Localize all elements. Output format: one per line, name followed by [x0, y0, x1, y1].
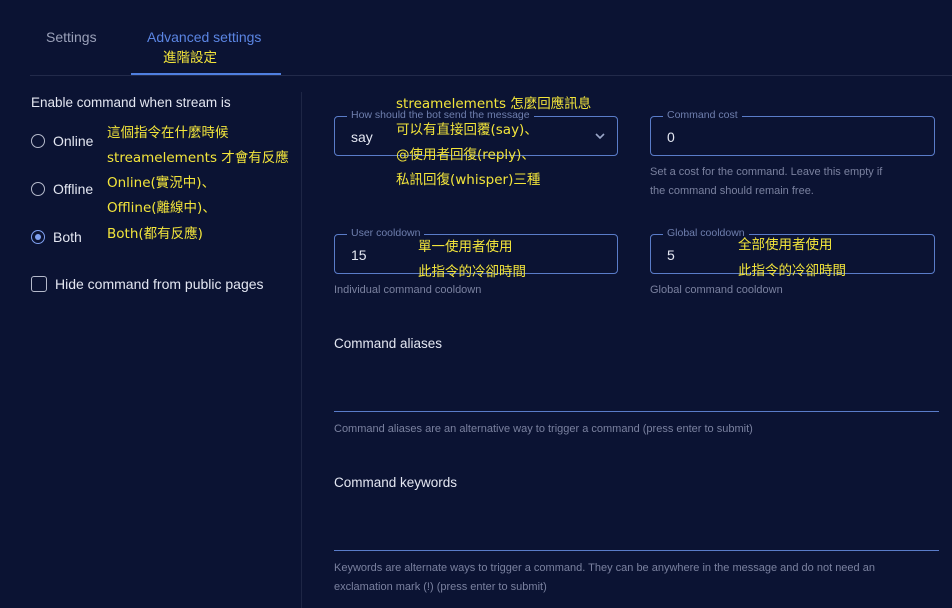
annotation-user-cooldown-line: 單一使用者使用	[418, 239, 513, 255]
annotation-global-cooldown-line: 全部使用者使用	[738, 237, 833, 253]
user-cooldown-value: 15	[351, 247, 367, 263]
radio-button[interactable]	[31, 182, 45, 196]
user-cooldown-helper: Individual command cooldown	[334, 284, 482, 296]
user-cooldown-legend: User cooldown	[347, 227, 425, 239]
radio-both[interactable]: Both	[31, 227, 82, 247]
command-keywords-input[interactable]	[334, 550, 939, 551]
command-keywords-helper: exclamation mark (!) (press enter to sub…	[334, 581, 547, 593]
radio-button-selected[interactable]	[31, 230, 45, 244]
annotation-send-line: 私訊回復(whisper)三種	[396, 172, 541, 188]
annotation-radio-line: Online(實況中)、	[107, 175, 216, 191]
annotation-user-cooldown-line: 此指令的冷卻時間	[418, 264, 526, 280]
annotation-radio-line: Offline(離線中)、	[107, 200, 216, 216]
command-cost-helper: the command should remain free.	[650, 185, 814, 197]
send-method-value: say	[351, 129, 373, 145]
radio-label: Both	[53, 229, 82, 245]
annotation-global-cooldown-line: 此指令的冷卻時間	[738, 263, 846, 279]
annotation-radio-line: 這個指令在什麼時候	[107, 125, 229, 141]
annotation-tab: 進階設定	[163, 50, 217, 66]
command-cost-legend: Command cost	[663, 109, 742, 121]
radio-label: Offline	[53, 181, 94, 197]
enable-when-label: Enable command when stream is	[31, 95, 231, 110]
hide-command-checkbox-row[interactable]: Hide command from public pages	[31, 276, 264, 292]
global-cooldown-legend: Global cooldown	[663, 227, 749, 239]
tab-settings[interactable]: Settings	[46, 29, 97, 45]
radio-button[interactable]	[31, 134, 45, 148]
radio-label: Online	[53, 133, 94, 149]
radio-online[interactable]: Online	[31, 131, 93, 151]
hide-command-label: Hide command from public pages	[55, 276, 264, 292]
tab-advanced-settings[interactable]: Advanced settings	[147, 29, 261, 45]
command-cost-value: 0	[667, 129, 675, 145]
annotation-send-line: @使用者回復(reply)、	[396, 147, 535, 163]
global-cooldown-helper: Global command cooldown	[650, 284, 783, 296]
command-aliases-helper: Command aliases are an alternative way t…	[334, 423, 753, 435]
column-divider	[301, 92, 302, 608]
hide-command-checkbox[interactable]	[31, 276, 47, 292]
command-keywords-heading: Command keywords	[334, 475, 458, 490]
tabs-divider	[30, 75, 952, 76]
annotation-radio-line: streamelements 才會有反應	[107, 150, 289, 166]
annotation-send-line: 可以有直接回覆(say)、	[396, 122, 538, 138]
command-aliases-input[interactable]	[334, 411, 939, 412]
command-aliases-heading: Command aliases	[334, 336, 443, 351]
chevron-down-icon[interactable]	[593, 129, 607, 143]
command-cost-helper: Set a cost for the command. Leave this e…	[650, 166, 883, 178]
annotation-radio-line: Both(都有反應)	[107, 226, 203, 242]
command-keywords-helper: Keywords are alternate ways to trigger a…	[334, 562, 875, 574]
radio-offline[interactable]: Offline	[31, 179, 93, 199]
global-cooldown-value: 5	[667, 247, 675, 263]
annotation-send-line: streamelements 怎麼回應訊息	[396, 96, 592, 112]
command-cost-input[interactable]: Command cost 0	[650, 109, 935, 156]
